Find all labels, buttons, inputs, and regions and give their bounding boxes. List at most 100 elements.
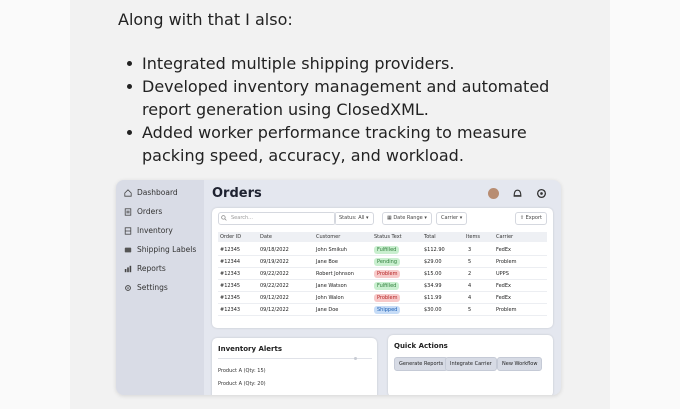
table-row[interactable]: #12343 09/12/2022 Jane Doe Shipped $30.00 5 Pr…: [218, 304, 547, 316]
export-button[interactable]: ⇪ Export: [514, 212, 547, 225]
intro-text: Along with that I also:: [118, 10, 293, 29]
date-filter-label: Date Range: [393, 215, 423, 221]
table-cell: Problem: [496, 259, 517, 265]
table-cell: 3: [468, 247, 472, 253]
gear-icon[interactable]: [536, 188, 547, 199]
table-row[interactable]: #12345 09/22/2022 Jane Watson Fulfilled $34.…: [218, 280, 547, 292]
bullet-item: Developed inventory management and autom…: [124, 75, 549, 121]
table-cell: 09/12/2022: [260, 307, 289, 313]
table-cell: 09/19/2022: [260, 259, 289, 265]
search-input[interactable]: Search...: [218, 212, 336, 225]
status-filter[interactable]: Status: All ▾: [334, 212, 374, 225]
alerts-title: Inventory Alerts: [218, 345, 283, 353]
quick-actions-title: Quick Actions: [394, 342, 448, 350]
sidebar-item-shipping-labels[interactable]: Shipping Labels: [124, 245, 196, 254]
table-cell: Jane Watson: [316, 283, 347, 289]
chevron-down-icon: ▾: [424, 215, 427, 221]
sidebar: Dashboard Orders Inventory Shipping Labe…: [116, 180, 204, 395]
table-cell: #12344: [220, 259, 241, 265]
bullet-item: Integrated multiple shipping providers.: [124, 52, 549, 75]
slide-content: Along with that I also: Integrated multi…: [70, 0, 610, 409]
orders-card: Search... Status: All ▾ ▦ Date Range ▾ C…: [212, 208, 553, 328]
carrier-filter-label: Carrier: [441, 215, 459, 221]
table-cell: #12345: [220, 295, 241, 301]
status-badge: Pending: [374, 257, 400, 266]
alert-item[interactable]: Product A (Qty: 15): [218, 368, 266, 374]
chevron-down-icon: ▾: [366, 215, 369, 221]
sidebar-item-orders[interactable]: Orders: [124, 207, 162, 216]
table-cell: 09/18/2022: [260, 247, 289, 253]
sidebar-item-label: Orders: [137, 207, 163, 216]
left-margin: [0, 0, 70, 409]
table-cell: #12343: [220, 307, 241, 313]
inventory-alerts-card: Inventory Alerts Product A (Qty: 15) Pro…: [212, 338, 377, 395]
label-icon: [124, 247, 132, 252]
sidebar-item-label: Settings: [137, 283, 168, 292]
sidebar-item-settings[interactable]: Settings: [124, 283, 168, 292]
chevron-down-icon: ▾: [459, 215, 463, 221]
column-header[interactable]: Carrier: [496, 234, 513, 240]
column-header[interactable]: Order ID: [220, 234, 241, 240]
quick-actions-card: Quick Actions Generate Reports Integrate…: [388, 335, 553, 395]
column-header[interactable]: Items: [466, 234, 480, 240]
carrier-filter[interactable]: Carrier ▾: [436, 212, 468, 225]
column-header[interactable]: Date: [260, 234, 272, 240]
table-row[interactable]: #12344 09/19/2022 Jane Boe Pending $29.00 5 Pr…: [218, 256, 547, 268]
table-cell: FedEx: [496, 247, 511, 253]
orders-icon: [124, 207, 132, 216]
generate-reports-button[interactable]: Generate Reports: [394, 357, 449, 371]
avatar[interactable]: [488, 188, 499, 199]
table-cell: Problem: [496, 307, 517, 313]
bell-icon[interactable]: [512, 188, 523, 199]
table-cell: 2: [468, 271, 472, 277]
table-cell: $34.99: [424, 283, 442, 289]
table-cell: $30.00: [424, 307, 442, 313]
column-header[interactable]: Status Text: [374, 234, 402, 240]
home-icon: [124, 188, 132, 197]
status-badge: Shipped: [374, 305, 401, 314]
status-badge: Problem: [374, 293, 401, 302]
dot-icon: [354, 357, 357, 360]
table-cell: $112.90: [424, 247, 445, 253]
table-cell: #12345: [220, 283, 241, 289]
table-cell: $11.99: [424, 295, 442, 301]
sidebar-item-inventory[interactable]: Inventory: [124, 226, 173, 235]
table-cell: #12343: [220, 271, 241, 277]
table-cell: Jane Doe: [316, 307, 339, 313]
right-margin: [610, 0, 680, 409]
column-header[interactable]: Customer: [316, 234, 340, 240]
sidebar-item-label: Shipping Labels: [137, 245, 197, 254]
calendar-icon: ▦: [387, 215, 392, 221]
export-icon: ⇪: [519, 215, 525, 221]
table-row[interactable]: #12345 09/12/2022 John Walon Problem $11.99 4…: [218, 292, 547, 304]
sidebar-item-reports[interactable]: Reports: [124, 264, 166, 273]
app-screenshot: Dashboard Orders Inventory Shipping Labe…: [116, 180, 561, 395]
sidebar-item-dashboard[interactable]: Dashboard: [124, 188, 178, 197]
divider: [218, 358, 372, 359]
table-cell: FedEx: [496, 283, 511, 289]
chart-icon: [124, 265, 132, 272]
table-row[interactable]: #12345 09/18/2022 John Smikuh Fulfilled $112…: [218, 244, 547, 256]
table-cell: 5: [468, 307, 472, 313]
bullet-text: Integrated multiple shipping providers.: [142, 54, 455, 73]
column-header[interactable]: Total: [424, 234, 436, 240]
page-title: Orders: [212, 186, 262, 201]
table-cell: Jane Boe: [316, 259, 338, 265]
status-filter-label: Status: All: [339, 215, 365, 221]
table-cell: Robert Johnson: [316, 271, 354, 277]
status-badge: Fulfilled: [374, 245, 400, 254]
table-header: Order ID Date Customer Status Text Total…: [218, 232, 547, 242]
bullet-text-continued: packing speed, accuracy, and workload.: [142, 146, 464, 165]
table-cell: FedEx: [496, 295, 511, 301]
new-workflow-button[interactable]: New Workflow: [497, 357, 543, 371]
table-cell: John Walon: [316, 295, 344, 301]
integrate-carrier-button[interactable]: Integrate Carrier: [445, 357, 497, 371]
table-cell: $15.00: [424, 271, 442, 277]
gear-icon: [125, 284, 131, 291]
table-cell: $29.00: [424, 259, 442, 265]
table-cell: 5: [468, 259, 472, 265]
table-cell: John Smikuh: [316, 247, 347, 253]
date-range-filter[interactable]: ▦ Date Range ▾: [382, 212, 432, 225]
table-row[interactable]: #12343 09/22/2022 Robert Johnson Problem $15…: [218, 268, 547, 280]
alert-item[interactable]: Product A (Qty: 20): [218, 381, 266, 387]
